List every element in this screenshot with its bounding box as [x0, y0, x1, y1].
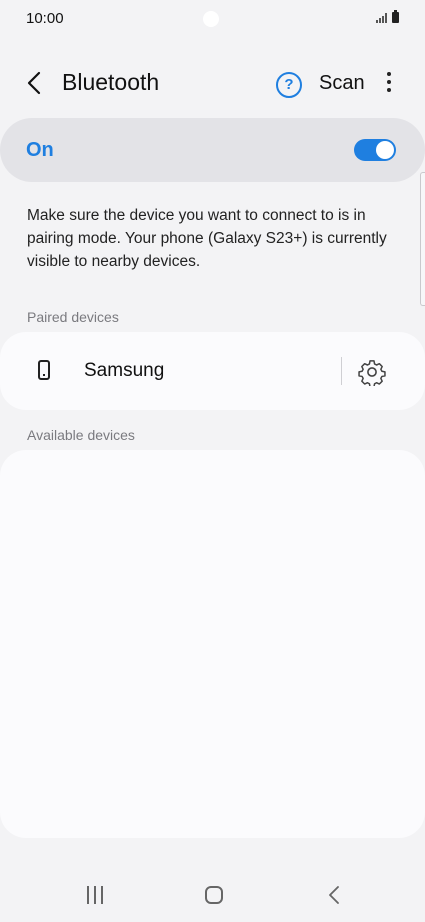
bluetooth-description: Make sure the device you want to connect… [27, 207, 387, 270]
status-bar: 10:00 [0, 0, 425, 38]
paired-devices-card: Samsung [0, 332, 425, 410]
phone-icon [38, 360, 50, 380]
bluetooth-master-toggle[interactable]: On [0, 118, 425, 182]
scrollbar[interactable] [420, 172, 425, 306]
available-devices-header: Available devices [27, 427, 135, 443]
gear-icon[interactable] [358, 358, 386, 388]
recents-icon[interactable] [86, 886, 106, 904]
more-options-icon[interactable] [380, 72, 398, 94]
battery-icon [392, 10, 399, 23]
page-title: Bluetooth [62, 69, 160, 95]
toggle-label: On [26, 139, 54, 161]
home-icon[interactable] [205, 886, 223, 904]
back-arrow-icon[interactable] [22, 70, 48, 96]
navigation-bar [0, 860, 425, 922]
signal-icon [376, 13, 387, 23]
paired-device-row[interactable]: Samsung [0, 332, 425, 410]
row-divider [341, 357, 342, 385]
status-icons [376, 10, 399, 23]
bluetooth-switch[interactable] [354, 139, 396, 161]
switch-knob [376, 141, 394, 159]
camera-cutout [203, 11, 219, 27]
available-devices-card [0, 450, 425, 838]
help-icon[interactable]: ? [276, 72, 302, 98]
scan-button[interactable]: Scan [319, 72, 365, 95]
back-icon[interactable] [326, 885, 342, 905]
device-name: Samsung [84, 360, 165, 381]
paired-devices-header: Paired devices [27, 309, 119, 325]
status-time: 10:00 [26, 10, 64, 27]
app-bar: Bluetooth ? Scan [0, 56, 425, 110]
